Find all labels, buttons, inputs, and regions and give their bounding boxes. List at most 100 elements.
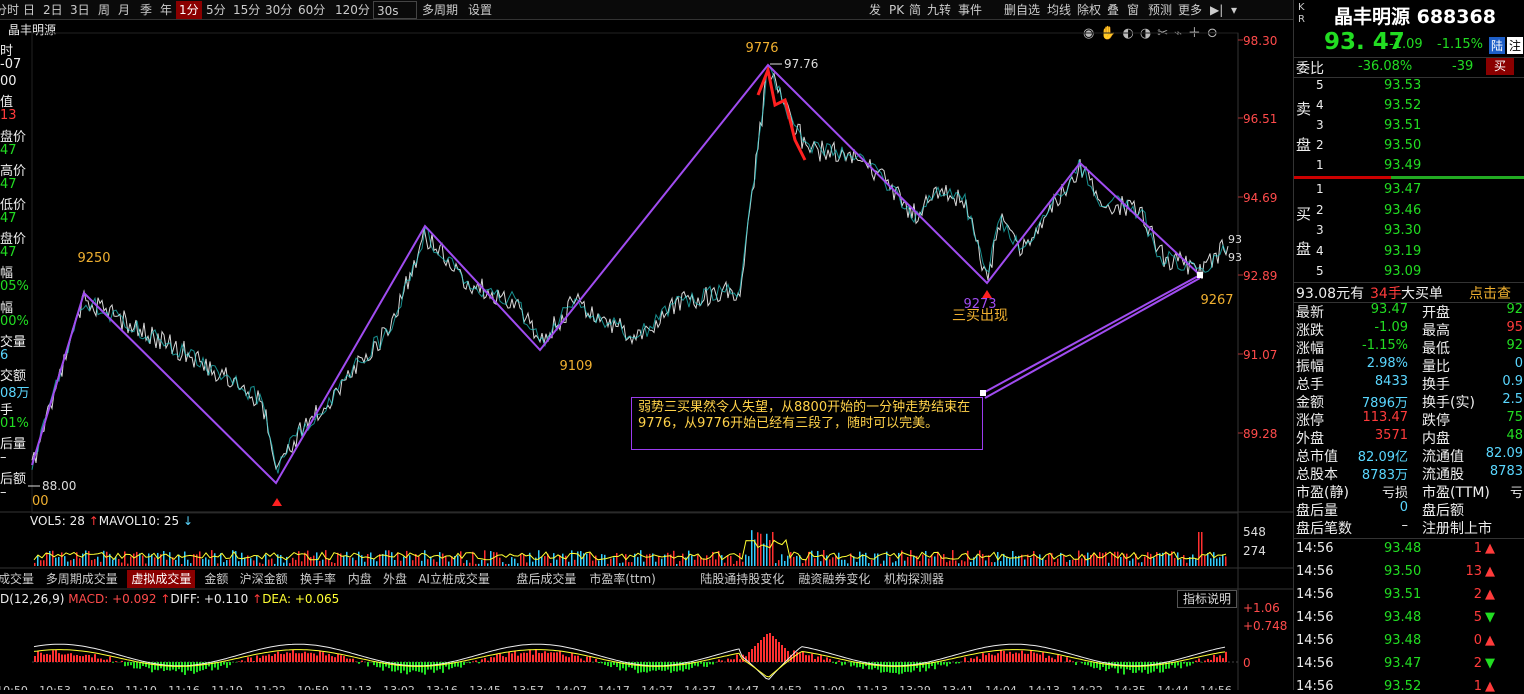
volume-bar bbox=[376, 561, 378, 566]
indicator-tab-10[interactable]: 市盈率(ttm) bbox=[585, 570, 659, 588]
macd-bar bbox=[673, 662, 675, 671]
volume-bar bbox=[691, 556, 693, 566]
volume-bar bbox=[478, 564, 480, 566]
macd-bar bbox=[529, 650, 531, 662]
indicator-help-button[interactable]: 指标说明 bbox=[1177, 590, 1237, 608]
indicator-tab-1[interactable]: 多周期成交量 bbox=[42, 570, 122, 588]
macd-bar bbox=[508, 652, 510, 662]
macd-bar bbox=[706, 662, 708, 667]
indicator-tab-13[interactable]: 机构探测器 bbox=[880, 570, 948, 588]
volume-bar bbox=[709, 559, 711, 566]
volume-bar bbox=[1147, 552, 1149, 566]
annotation-box[interactable]: 弱势三买果然令人失望，从8800开始的一分钟走势结束在9776，从9776开始已… bbox=[631, 397, 983, 450]
time-label-0: 10:50 bbox=[0, 684, 28, 690]
big-order-d[interactable]: 点击查 bbox=[1469, 283, 1511, 303]
volume-bar bbox=[301, 561, 303, 566]
volume-bar bbox=[496, 552, 498, 566]
volume-bar bbox=[532, 562, 534, 566]
volume-bar bbox=[493, 552, 495, 566]
volume-bar bbox=[349, 558, 351, 566]
macd-bar bbox=[163, 662, 165, 671]
macd-bar bbox=[496, 654, 498, 662]
volume-bar bbox=[214, 553, 216, 566]
tick-time-4: 14:56 bbox=[1296, 633, 1333, 648]
annotation-pointer-2 bbox=[985, 278, 1200, 398]
big-order-c[interactable]: 大买单 bbox=[1401, 283, 1443, 303]
macd-bar bbox=[943, 662, 945, 665]
volume-bar bbox=[358, 552, 360, 566]
indicator-tab-2[interactable]: 虚拟成交量 bbox=[127, 570, 195, 588]
macd-bar bbox=[325, 655, 327, 662]
volume-bar bbox=[907, 557, 909, 566]
macd-bar bbox=[262, 656, 264, 662]
volume-bar bbox=[154, 557, 156, 566]
indicator-tab-4[interactable]: 沪深金额 bbox=[236, 570, 292, 588]
volume-bar bbox=[979, 550, 981, 566]
indicator-tab-12[interactable]: 融资融券变化 bbox=[794, 570, 874, 588]
macd-bar bbox=[346, 659, 348, 662]
volume-bar bbox=[592, 561, 594, 566]
indicator-tab-0[interactable]: 成交量 bbox=[0, 570, 38, 588]
weibi-label: 委比 bbox=[1296, 58, 1324, 78]
macd-bar bbox=[505, 657, 507, 662]
stat-key2-8: 流通值 bbox=[1422, 446, 1464, 466]
bid-price-1: 93.46 bbox=[1384, 203, 1421, 218]
macd-bar bbox=[502, 656, 504, 662]
macd-bar bbox=[739, 659, 741, 662]
wave-label-9109: 9109 bbox=[559, 359, 592, 374]
volume-bar bbox=[1054, 562, 1056, 566]
volume-bar bbox=[892, 563, 894, 566]
lu-badge[interactable]: 陆 bbox=[1489, 37, 1505, 54]
volume-bar bbox=[943, 554, 945, 566]
macd-bar bbox=[298, 653, 300, 662]
macd-bar bbox=[538, 653, 540, 662]
big-order-b[interactable]: 34手 bbox=[1370, 283, 1402, 303]
volume-bar bbox=[643, 562, 645, 566]
bid-level-0: 1 bbox=[1316, 182, 1324, 196]
volume-bar bbox=[874, 554, 876, 566]
volume-bar bbox=[241, 553, 243, 566]
macd-bar bbox=[490, 657, 492, 662]
indicator-tab-3[interactable]: 金额 bbox=[200, 570, 232, 588]
volume-bar bbox=[352, 558, 354, 566]
indicator-tab-11[interactable]: 陆股通持股变化 bbox=[696, 570, 788, 588]
tick-dir-icon-1: ▲ bbox=[1485, 564, 1495, 579]
macd-bar bbox=[718, 659, 720, 662]
wave-label-9267: 9267 bbox=[1200, 293, 1233, 308]
zhu-badge[interactable]: 注 bbox=[1507, 37, 1523, 54]
volume-bar bbox=[1033, 551, 1035, 566]
buy-button[interactable]: 买 bbox=[1486, 58, 1514, 75]
stat-key2-5: 换手(实) bbox=[1422, 392, 1475, 412]
tick-vol-6: 1 bbox=[1474, 679, 1482, 694]
macd-bar bbox=[892, 662, 894, 673]
macd-bar bbox=[871, 662, 873, 670]
volume-bar bbox=[1117, 552, 1119, 566]
volume-bar bbox=[442, 554, 444, 566]
indicator-tab-6[interactable]: 内盘 bbox=[344, 570, 376, 588]
volume-bar bbox=[1039, 554, 1041, 566]
price-line-cyan bbox=[32, 67, 1226, 473]
indicator-tab-5[interactable]: 换手率 bbox=[296, 570, 340, 588]
tick-vol-2: 2 bbox=[1474, 587, 1482, 602]
indicator-tab-8[interactable]: AI立桩成交量 bbox=[414, 570, 494, 588]
macd-bar bbox=[1033, 653, 1035, 662]
volume-bar bbox=[595, 556, 597, 566]
macd-bar bbox=[64, 655, 66, 662]
volume-bar bbox=[568, 562, 570, 566]
ask-label-2: 盘 bbox=[1296, 134, 1311, 155]
macd-bar bbox=[283, 654, 285, 662]
volume-bar bbox=[607, 564, 609, 566]
macd-bar bbox=[241, 660, 243, 662]
macd-bar bbox=[1147, 662, 1149, 674]
big-order-a[interactable]: 93.08元有 bbox=[1296, 283, 1364, 303]
indicator-tab-7[interactable]: 外盘 bbox=[379, 570, 411, 588]
volume-bar bbox=[229, 559, 231, 566]
tick-dir-icon-3: ▼ bbox=[1485, 610, 1495, 625]
time-label-7: 10:59 bbox=[297, 684, 329, 690]
indicator-tab-9[interactable]: 盘后成交量 bbox=[512, 570, 580, 588]
price-line bbox=[32, 72, 1228, 468]
stat-key2-9: 流通股 bbox=[1422, 464, 1464, 484]
bid-level-3: 4 bbox=[1316, 244, 1324, 258]
volume-bar bbox=[1204, 556, 1206, 566]
volume-bar bbox=[280, 555, 282, 566]
